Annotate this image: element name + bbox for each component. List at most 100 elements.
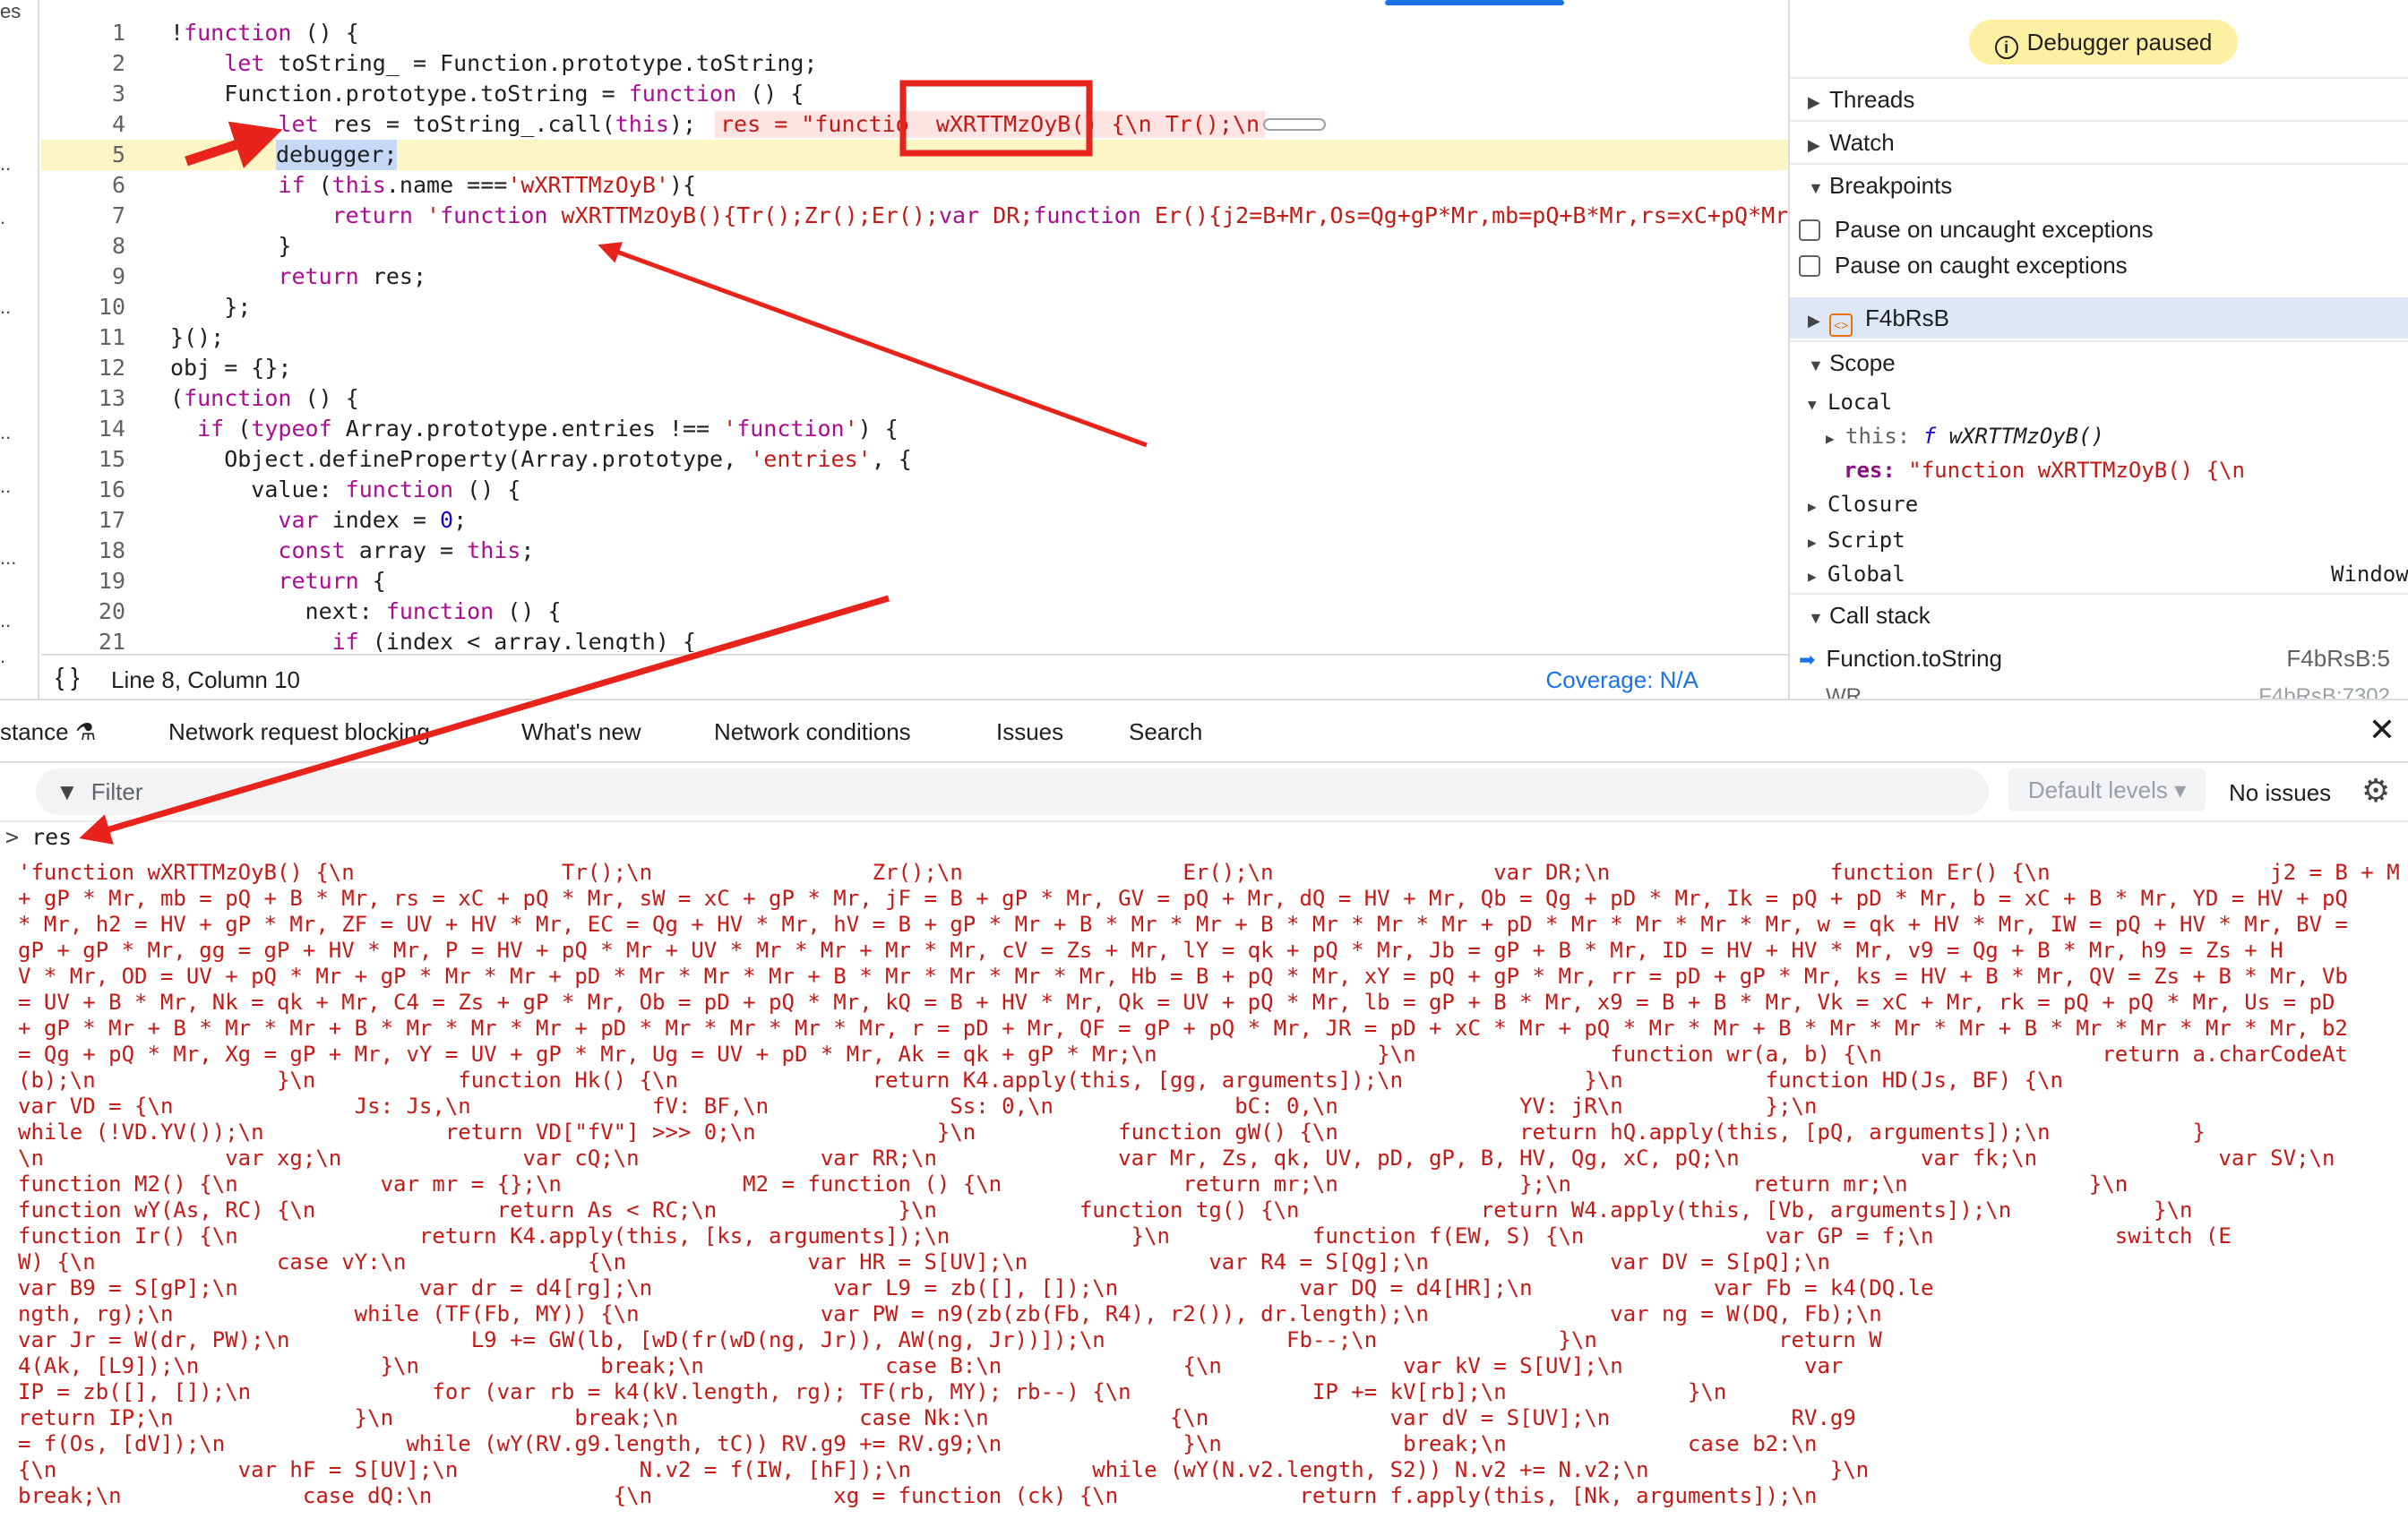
code-line[interactable]: 19 return { xyxy=(41,566,1788,596)
line-number[interactable]: 4 xyxy=(41,109,125,140)
code-line[interactable]: 13 (function () { xyxy=(41,383,1788,414)
section-call-stack[interactable]: ▼ Call stack xyxy=(1790,593,2408,634)
code-line[interactable]: 2 let toString_ = Function.prototype.toS… xyxy=(41,48,1788,79)
line-number[interactable]: 8 xyxy=(41,231,125,262)
console-result-line: var Jr = W(dr, PW);\n L9 += GW(lb, [wD(f… xyxy=(18,1327,1882,1352)
code-line[interactable]: 11}(); xyxy=(41,322,1788,353)
line-number[interactable]: 15 xyxy=(41,444,125,475)
section-scope[interactable]: ▼ Scope xyxy=(1790,340,2408,382)
call-stack-location-cutoff[interactable]: F4bRsB:7302 xyxy=(2258,684,2390,699)
code-text: value: function () { xyxy=(170,476,521,502)
gear-icon[interactable]: ⚙ xyxy=(2361,772,2390,810)
line-number[interactable]: 3 xyxy=(41,79,125,109)
file-code-icon: <> xyxy=(1829,313,1853,337)
section-breakpoints[interactable]: ▼ Breakpoints xyxy=(1790,163,2408,204)
code-line[interactable]: 18 const array = this; xyxy=(41,536,1788,566)
issues-counter[interactable]: No issues xyxy=(2229,779,2331,807)
code-text: return 'function wXRTTMzOyB(){Tr();Zr();… xyxy=(331,202,1788,228)
checkbox-icon[interactable] xyxy=(1799,219,1820,241)
call-stack-frame[interactable]: ➡ Function.toString F4bRsB:5 xyxy=(1790,638,2408,679)
section-threads[interactable]: ▶ Threads xyxy=(1790,77,2408,118)
scope-script[interactable]: ▶ Script xyxy=(1808,523,1905,557)
code-line[interactable]: 14 if (typeof Array.prototype.entries !=… xyxy=(41,414,1788,444)
code-text: } xyxy=(170,233,292,259)
close-drawer-icon[interactable]: ✕ xyxy=(2369,711,2395,749)
scope-closure[interactable]: ▶ Closure xyxy=(1808,487,1918,521)
line-number[interactable]: 19 xyxy=(41,566,125,596)
scope-this-value: wXRTTMzOyB() xyxy=(1948,424,2104,449)
code-line[interactable]: 1 !function () { xyxy=(41,18,1788,48)
code-line[interactable]: 6 if (this.name ==='wXRTTMzOyB'){ xyxy=(41,170,1788,201)
tab-label: stance xyxy=(0,718,69,745)
code-line[interactable]: 15 Object.defineProperty(Array.prototype… xyxy=(41,444,1788,475)
section-breakpoints-label: Breakpoints xyxy=(1829,172,1953,199)
editor-top-scroll-indicator[interactable] xyxy=(1385,0,1564,5)
code-line[interactable]: 10 }; xyxy=(41,292,1788,322)
line-number[interactable]: 11 xyxy=(41,322,125,353)
console-result-line: function Ir() {\n return K4.apply(this, … xyxy=(18,1223,2232,1249)
code-line[interactable]: 7 return 'function wXRTTMzOyB(){Tr();Zr(… xyxy=(41,201,1788,231)
info-icon: i xyxy=(1994,36,2018,59)
line-number[interactable]: 20 xyxy=(41,596,125,627)
line-number[interactable]: 9 xyxy=(41,262,125,292)
triangle-down-icon: ▼ xyxy=(1808,396,1817,413)
scope-res-row[interactable]: res: "function wXRTTMzOyB() {\n xyxy=(1844,453,2245,487)
line-number[interactable]: 14 xyxy=(41,414,125,444)
line-number[interactable]: 18 xyxy=(41,536,125,566)
code-line[interactable]: 20 next: function () { xyxy=(41,596,1788,627)
console-output[interactable]: > res 'function wXRTTMzOyB() {\n Tr();\n … xyxy=(0,822,2408,1519)
scope-local[interactable]: ▼ Local xyxy=(1808,385,1892,419)
tab-network-conditions[interactable]: Network conditions xyxy=(714,718,911,746)
line-number[interactable]: 7 xyxy=(41,201,125,231)
scope-this-row[interactable]: ▶ this: f wXRTTMzOyB() xyxy=(1826,419,2104,453)
code-line[interactable]: 12 obj = {}; xyxy=(41,353,1788,383)
call-stack-frame-cutoff[interactable]: WR xyxy=(1826,684,1862,699)
section-watch[interactable]: ▶ Watch xyxy=(1790,120,2408,161)
breakpoint-file-row[interactable]: ▶ <> F4bRsB xyxy=(1790,297,2408,339)
pause-caught-checkbox[interactable]: Pause on caught exceptions xyxy=(1799,247,2128,283)
code-line[interactable]: 8 } xyxy=(41,231,1788,262)
code-line[interactable]: 4 let res = toString_.call(this); res = "… xyxy=(41,109,1788,140)
pause-uncaught-checkbox[interactable]: Pause on uncaught exceptions xyxy=(1799,211,2154,247)
scope-this-key: this: xyxy=(1845,424,1911,449)
line-number[interactable]: 12 xyxy=(41,353,125,383)
tab-whats-new[interactable]: What's new xyxy=(521,718,641,746)
pretty-print-icon[interactable]: { } xyxy=(56,663,79,691)
console-command: > res xyxy=(5,822,72,853)
code-line[interactable]: 16 value: function () { xyxy=(41,475,1788,505)
line-number[interactable]: 16 xyxy=(41,475,125,505)
code-text: (function () { xyxy=(170,385,359,411)
line-number[interactable]: 13 xyxy=(41,383,125,414)
tab-search[interactable]: Search xyxy=(1129,718,1202,746)
line-number[interactable]: 2 xyxy=(41,48,125,79)
console-filter-input[interactable]: ▼ Filter xyxy=(36,768,1989,815)
call-stack-location[interactable]: F4bRsB:5 xyxy=(2286,638,2390,679)
scope-script-label: Script xyxy=(1828,528,1905,553)
expand-ellipsis-icon[interactable] xyxy=(1263,118,1326,131)
line-number[interactable]: 6 xyxy=(41,170,125,201)
section-scope-label: Scope xyxy=(1829,349,1896,376)
line-number[interactable]: 1 xyxy=(41,18,125,48)
code-editor[interactable]: 1 !function () {2 let toString_ = Functio… xyxy=(41,0,1788,652)
console-result-line: ngth, rg);\n while (TF(Fb, MY)) {\n var … xyxy=(18,1301,1882,1326)
tab-performance-insights[interactable]: stance ⚗ xyxy=(0,718,96,746)
line-number[interactable]: 21 xyxy=(41,627,125,652)
code-line[interactable]: 17 var index = 0; xyxy=(41,505,1788,536)
code-line[interactable]: 9 return res; xyxy=(41,262,1788,292)
log-levels-dropdown[interactable]: Default levels ▾ xyxy=(2008,768,2206,811)
triangle-right-icon: ▶ xyxy=(1808,568,1817,585)
scope-global[interactable]: ▶ Global Window xyxy=(1808,557,2408,591)
line-number[interactable]: 17 xyxy=(41,505,125,536)
console-result-line: \n var xg;\n var cQ;\n var RR;\n var Mr,… xyxy=(18,1146,2335,1171)
line-number[interactable]: 5 xyxy=(41,140,125,170)
code-line[interactable]: 21 if (index < array.length) { xyxy=(41,627,1788,652)
paused-code-line[interactable]: 5 debugger; xyxy=(41,140,1788,170)
line-number[interactable]: 10 xyxy=(41,292,125,322)
tab-network-request-blocking[interactable]: Network request blocking xyxy=(168,718,430,746)
coverage-link[interactable]: Coverage: N/A xyxy=(1545,666,1698,694)
checkbox-icon[interactable] xyxy=(1799,255,1820,277)
tab-issues[interactable]: Issues xyxy=(996,718,1063,746)
gutter-fragment: .. xyxy=(0,421,12,443)
code-line[interactable]: 3 Function.prototype.toString = function… xyxy=(41,79,1788,109)
inline-value-preview[interactable]: res = "functio wXRTTMzOyB() {\n Tr();\n xyxy=(715,111,1266,138)
